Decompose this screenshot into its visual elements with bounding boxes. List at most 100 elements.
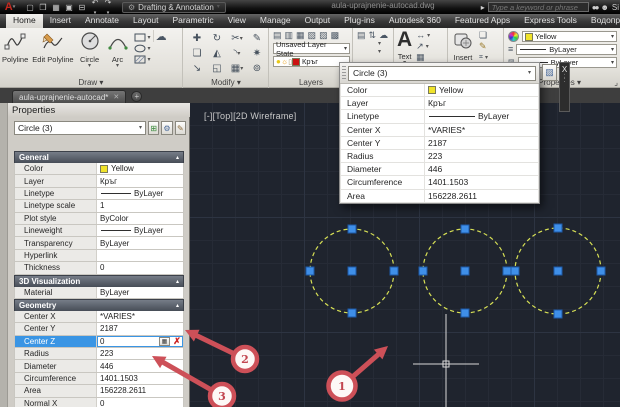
- tab-express-tools[interactable]: Express Tools: [517, 13, 584, 28]
- open-file-icon[interactable]: ❒: [37, 3, 49, 12]
- property-value[interactable]: Кръг: [425, 97, 538, 109]
- select-objects-button[interactable]: ⚙: [161, 121, 173, 135]
- tab-featured-apps[interactable]: Featured Apps: [448, 13, 517, 28]
- property-row-thickness[interactable]: Thickness 0: [14, 262, 184, 275]
- section-header-general[interactable]: General ▴: [14, 151, 184, 163]
- section-header-3d-visualization[interactable]: 3D Visualization ▴: [14, 274, 184, 287]
- property-value[interactable]: 0: [97, 398, 183, 407]
- circle-button[interactable]: Circle ▾: [76, 30, 104, 76]
- table-button[interactable]: ▦: [416, 53, 430, 62]
- undo-icon[interactable]: ↶▾: [89, 0, 101, 16]
- property-value[interactable]: ByLayer: [97, 287, 183, 298]
- property-row-center-x[interactable]: Center X *VARIES*: [14, 310, 184, 324]
- property-value[interactable]: 2187: [97, 323, 183, 334]
- expand-arrow-icon[interactable]: ▸: [481, 3, 485, 12]
- tab-autodesk-360[interactable]: Autodesk 360: [382, 13, 448, 28]
- quick-calculator-button[interactable]: ▦: [159, 336, 170, 347]
- explode-icon[interactable]: ✷: [247, 46, 267, 61]
- grip-handle[interactable]: [460, 308, 470, 318]
- property-value[interactable]: 223: [425, 150, 538, 162]
- property-value[interactable]: 446: [425, 163, 538, 175]
- array-icon[interactable]: ▦ ▾: [227, 61, 247, 76]
- property-value[interactable]: Кръг: [97, 175, 183, 186]
- save-icon[interactable]: ▦: [50, 3, 62, 12]
- grip-dots-icon[interactable]: ⁚ ⁚: [563, 74, 565, 84]
- move-icon[interactable]: ✚: [187, 31, 207, 46]
- grip-handle[interactable]: [389, 266, 399, 276]
- mirror-icon[interactable]: ◭: [207, 46, 227, 61]
- leader-button[interactable]: ↗ ▾: [416, 42, 430, 51]
- signin-label[interactable]: Si: [612, 3, 619, 12]
- property-value[interactable]: 223: [97, 348, 183, 359]
- property-row-material[interactable]: Material ByLayer: [14, 286, 184, 299]
- property-value[interactable]: 446: [97, 360, 183, 371]
- edit-polyline-button[interactable]: Edit Polyline: [30, 30, 75, 76]
- quick-properties-options-button[interactable]: ▨: [542, 64, 557, 81]
- layer-tools-dropdown[interactable]: ▾: [354, 41, 393, 47]
- property-row-layer[interactable]: Layer Кръг: [340, 97, 539, 111]
- create-block-button[interactable]: ❏: [479, 31, 488, 40]
- property-row-area[interactable]: Area 156228.2611: [14, 385, 184, 398]
- grip-handle[interactable]: [510, 266, 520, 276]
- property-value[interactable]: 1401.1503: [97, 373, 183, 384]
- property-value[interactable]: Yellow: [425, 84, 538, 96]
- erase-icon[interactable]: ✎: [247, 31, 267, 46]
- edit-attribute-button[interactable]: ✎: [479, 42, 488, 51]
- property-row-radius[interactable]: Radius 223: [340, 149, 539, 164]
- property-value[interactable]: ByLayer: [97, 237, 183, 248]
- property-row-transparency[interactable]: Transparency ByLayer: [14, 237, 184, 250]
- property-row-circumference[interactable]: Circumference 1401.1503: [340, 176, 539, 190]
- property-row-lineweight[interactable]: Lineweight ByLayer: [14, 224, 184, 238]
- property-row-plot-style[interactable]: Plot style ByColor: [14, 212, 184, 225]
- toggle-pickadd-button[interactable]: ⊞: [148, 121, 160, 135]
- property-value[interactable]: *VARIES*: [97, 311, 183, 322]
- file-tab[interactable]: aula-uprajnenie-autocad* ✕: [12, 90, 127, 103]
- tab-view[interactable]: View: [221, 13, 253, 28]
- offset-icon[interactable]: ⊚: [247, 61, 267, 76]
- workspace-switcher[interactable]: ⚙ Drafting & Annotation ▾: [122, 1, 226, 13]
- palette-grip-bar[interactable]: [0, 103, 8, 407]
- new-tab-button[interactable]: +: [131, 91, 143, 102]
- property-row-linetype[interactable]: Linetype ByLayer: [14, 187, 184, 201]
- property-row-center-z[interactable]: Center Z 0 ▦ ✗: [14, 335, 184, 349]
- property-value[interactable]: 1401.1503: [425, 176, 538, 188]
- grip-handle[interactable]: [460, 224, 470, 234]
- search-input[interactable]: [487, 2, 589, 12]
- grip-handle[interactable]: [347, 308, 357, 318]
- close-icon[interactable]: X: [562, 65, 567, 74]
- property-value[interactable]: 156228.2611: [425, 190, 538, 202]
- section-header-geometry[interactable]: Geometry ▴: [14, 298, 184, 311]
- property-row-circumference[interactable]: Circumference 1401.1503: [14, 372, 184, 386]
- collapse-icon[interactable]: ▴: [176, 278, 179, 285]
- property-value[interactable]: 0: [97, 262, 183, 273]
- grip-handle[interactable]: [460, 266, 470, 276]
- collapse-icon[interactable]: ▴: [176, 154, 179, 161]
- user-icon[interactable]: ☻: [600, 3, 608, 12]
- revision-cloud-button[interactable]: ☁: [156, 32, 167, 43]
- pick-point-cursor-icon[interactable]: ✗: [171, 336, 183, 347]
- autocad-logo-icon[interactable]: A ▾: [0, 1, 20, 14]
- trim-icon[interactable]: ✂ ▾: [227, 31, 247, 46]
- grip-handle[interactable]: [347, 266, 357, 276]
- collapse-icon[interactable]: ▴: [176, 302, 179, 309]
- property-row-hyperlink[interactable]: Hyperlink: [14, 249, 184, 263]
- property-value[interactable]: ByLayer: [97, 225, 183, 236]
- grip-handle[interactable]: [305, 266, 315, 276]
- property-row-area[interactable]: Area 156228.2611: [340, 189, 539, 203]
- new-file-icon[interactable]: ▢: [24, 3, 36, 12]
- fillet-icon[interactable]: ◝ ▾: [227, 46, 247, 61]
- hatch-button[interactable]: ▾: [134, 55, 151, 64]
- tab-layout[interactable]: Layout: [126, 13, 166, 28]
- drag-grip-icon[interactable]: [342, 65, 346, 81]
- stretch-icon[interactable]: ↘: [187, 61, 207, 76]
- property-value[interactable]: [97, 250, 183, 261]
- property-row-center-y[interactable]: Center Y 2187: [340, 136, 539, 150]
- close-icon[interactable]: ✕: [113, 93, 119, 101]
- draw-panel-label[interactable]: Draw ▾: [0, 78, 182, 88]
- lineweight-dropdown[interactable]: ByLayer ▾: [516, 44, 617, 55]
- object-color-dropdown[interactable]: Yellow ▾: [522, 31, 617, 42]
- grip-handle[interactable]: [596, 266, 606, 276]
- grip-handle[interactable]: [553, 309, 563, 319]
- plot-icon[interactable]: ⊟: [76, 3, 88, 12]
- redo-icon[interactable]: ↷▾: [102, 0, 114, 16]
